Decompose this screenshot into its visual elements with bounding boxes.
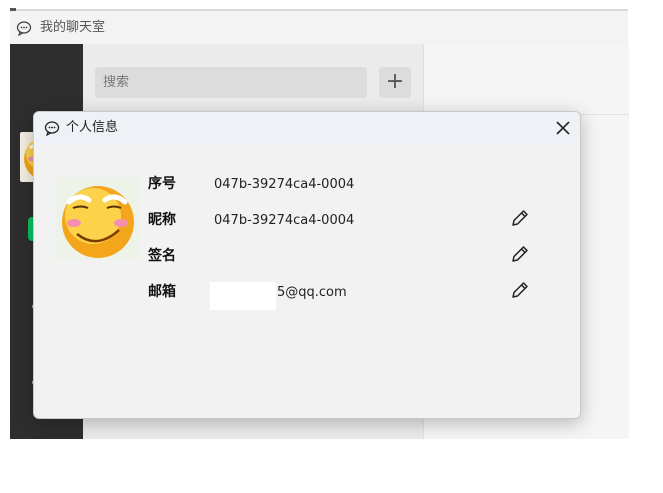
- profile-dialog: 个人信息 序号 047b-39274ca4-0004 昵称 047b-39274…: [33, 111, 581, 419]
- field-label-email: 邮箱: [148, 284, 176, 300]
- redaction-box: [210, 282, 276, 310]
- search-box: [95, 67, 367, 98]
- search-input[interactable]: [95, 67, 367, 98]
- field-label-nickname: 昵称: [148, 212, 176, 228]
- edit-email-pencil-icon[interactable]: [509, 279, 531, 301]
- field-label-signature: 签名: [148, 248, 176, 264]
- field-label-id: 序号: [148, 176, 176, 192]
- app-title: 我的聊天室: [40, 20, 106, 35]
- field-value-id: 047b-39274ca4-0004: [214, 177, 355, 192]
- profile-avatar[interactable]: [55, 178, 139, 260]
- edit-signature-pencil-icon[interactable]: [509, 243, 531, 265]
- chat-bubble-icon: [16, 21, 32, 36]
- close-icon[interactable]: [553, 118, 573, 138]
- dialog-title-bar: 个人信息: [34, 112, 580, 144]
- chat-bubble-icon: [44, 121, 60, 136]
- title-bar: 我的聊天室: [10, 11, 628, 44]
- add-button[interactable]: +: [379, 67, 411, 98]
- avatar-face: [55, 178, 139, 260]
- edit-nickname-pencil-icon[interactable]: [509, 207, 531, 229]
- field-value-nickname: 047b-39274ca4-0004: [214, 213, 355, 228]
- dialog-title: 个人信息: [66, 120, 119, 135]
- field-value-email: 5@qq.com: [277, 285, 347, 300]
